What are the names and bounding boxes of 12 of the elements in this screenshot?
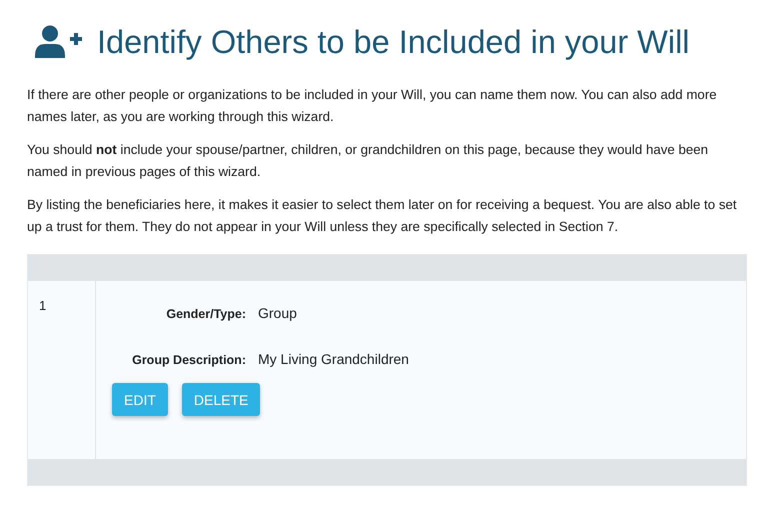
edit-button[interactable]: EDIT — [112, 383, 168, 416]
paragraph: You should not include your spouse/partner, children, or grandchildren on this page, because they would have been named in previous pages of this wizard. — [27, 141, 710, 181]
row-number: 1 — [39, 298, 46, 313]
delete-button[interactable]: DELETE — [182, 383, 260, 416]
page-title: Identify Others to be Included in your Will — [97, 24, 690, 60]
field-value: My Living Grandchildren — [258, 351, 409, 367]
field-label: Group Description: — [131, 353, 246, 367]
field-label: Gender/Type: — [165, 307, 246, 321]
paragraph: If there are other people or organizations to be included in your Will, you can name them now. You can also add more names later, as you are working through this wizard. — [27, 86, 718, 126]
field-value: Group — [258, 305, 297, 321]
paragraph: By listing the beneficiaries here, it makes it easier to select them later on for receiving a bequest. You are also able to set up a trust for them. They do not appear in your Will unless they are specifically selected in Section 7. — [27, 196, 738, 236]
add-person-icon — [35, 25, 83, 59]
